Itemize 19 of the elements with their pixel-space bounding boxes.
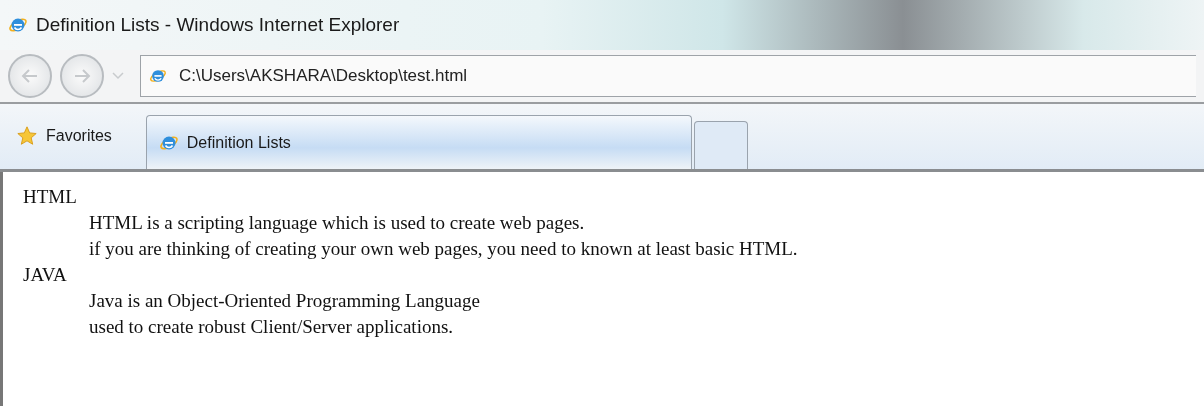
address-url: C:\Users\AKSHARA\Desktop\test.html bbox=[179, 65, 468, 88]
definition-description: HTML is a scripting language which is used to create web pages. bbox=[89, 211, 585, 235]
dropdown-caret-icon[interactable] bbox=[112, 72, 124, 80]
back-button[interactable] bbox=[8, 54, 52, 98]
address-field[interactable]: C:\Users\AKSHARA\Desktop\test.html bbox=[140, 55, 1196, 97]
definition-description: used to create robust Client/Server applications. bbox=[89, 315, 454, 339]
forward-arrow-icon bbox=[73, 69, 91, 83]
browser-tab[interactable]: Definition Lists bbox=[145, 115, 692, 169]
definition-description: Java is an Object-Oriented Programming Language bbox=[89, 289, 480, 313]
new-tab-button[interactable] bbox=[693, 121, 748, 169]
back-arrow-icon bbox=[21, 69, 39, 83]
definition-term: HTML bbox=[23, 185, 77, 209]
definition-term: JAVA bbox=[23, 263, 67, 287]
favorites-button[interactable]: Favorites bbox=[8, 113, 120, 159]
definition-description: if you are thinking of creating your own web pages, you need to known at least basic HTML. bbox=[89, 237, 798, 261]
window-title: Definition Lists - Windows Internet Explorer bbox=[36, 12, 400, 37]
star-icon bbox=[16, 125, 38, 147]
forward-button[interactable] bbox=[60, 54, 104, 98]
browser-logo-icon bbox=[149, 67, 167, 85]
